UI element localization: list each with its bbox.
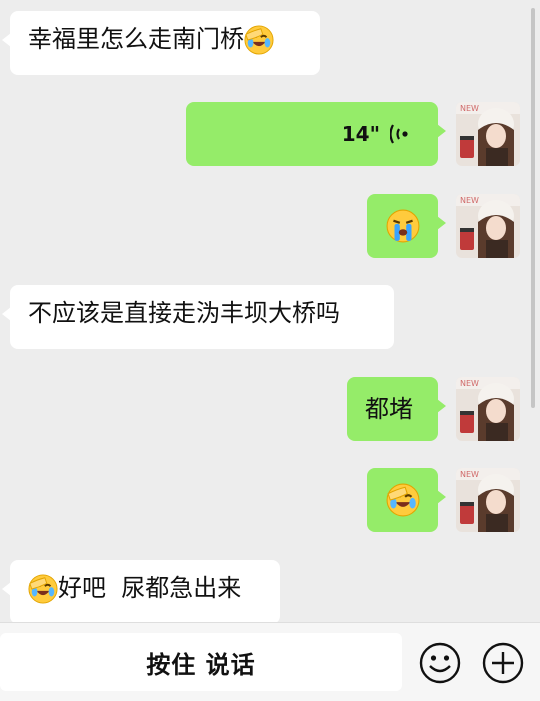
emoji-message-bubble[interactable] <box>367 468 446 532</box>
facepalm-laugh-emoji-icon <box>28 574 58 604</box>
message-text: 幸福里怎么走南门桥 <box>28 25 244 53</box>
plus-circle-icon[interactable] <box>481 641 525 685</box>
facepalm-laugh-emoji-icon <box>244 25 274 55</box>
voice-message-bubble[interactable]: 14" <box>186 102 446 166</box>
avatar-self[interactable] <box>456 194 520 258</box>
facepalm-laugh-emoji-icon <box>386 483 420 517</box>
message-text: 都堵 <box>365 395 413 423</box>
smiley-icon[interactable] <box>418 641 462 685</box>
message-text: 不应该是直接走沩丰坝大桥吗 <box>28 299 340 327</box>
crying-emoji-icon <box>386 209 420 243</box>
avatar-self[interactable] <box>456 377 520 441</box>
hold-to-talk-button[interactable]: 按住 说话 <box>0 633 402 691</box>
message-bubble-incoming[interactable]: 幸福里怎么走南门桥 <box>2 11 320 75</box>
message-text: 好吧 尿都急出来 <box>58 574 242 602</box>
input-bar: 按住 说话 <box>0 622 540 701</box>
avatar-self[interactable] <box>456 468 520 532</box>
emoji-message-bubble[interactable] <box>367 194 446 258</box>
voice-duration: 14" <box>341 122 380 146</box>
chat-area: 幸福里怎么走南门桥 14" 不应该是直接走沩丰坝大桥吗 都堵 好吧 尿都急出来 <box>0 0 540 624</box>
message-bubble-incoming[interactable]: 不应该是直接走沩丰坝大桥吗 <box>2 285 394 349</box>
avatar-self[interactable] <box>456 102 520 166</box>
message-bubble-incoming[interactable]: 好吧 尿都急出来 <box>2 560 280 624</box>
voice-waves-icon <box>390 124 408 144</box>
message-bubble-outgoing[interactable]: 都堵 <box>347 377 446 441</box>
scrollbar[interactable] <box>531 8 535 408</box>
